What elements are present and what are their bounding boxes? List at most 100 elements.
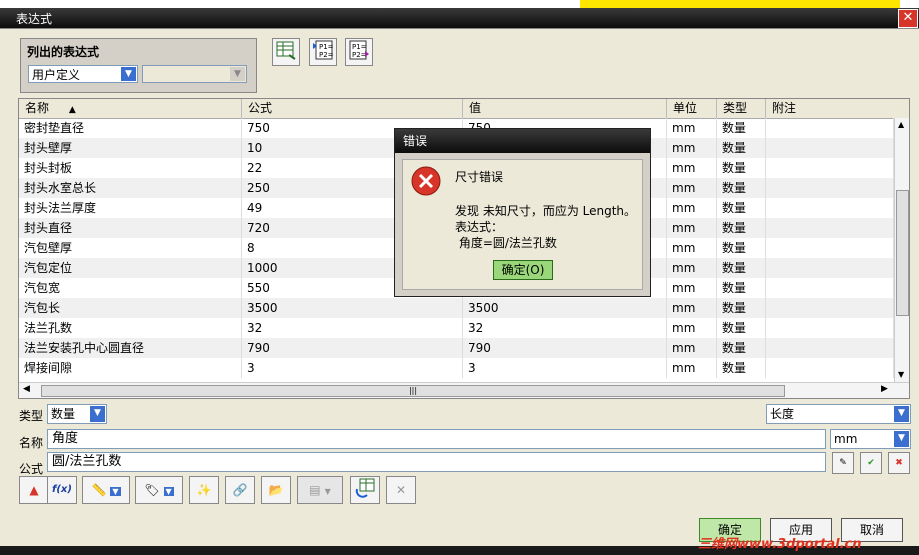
folder-icon: 📂 [268,483,284,497]
tag-icon: 🏷 [144,483,160,497]
column-header-value[interactable]: 值 [463,99,667,118]
cell-unit: mm [667,358,717,378]
cell-type: 数量 [717,358,766,378]
cell-type: 数量 [717,158,766,178]
column-header-name[interactable]: 名称 ▲ [19,99,242,118]
close-icon[interactable]: ✕ [898,9,918,28]
chevron-down-icon: ▼ [230,67,245,81]
refresh-spreadsheet-icon [355,478,375,498]
chevron-down-icon[interactable]: ▼ [894,431,909,447]
scroll-left-icon[interactable]: ◀ [23,384,30,394]
cell-name: 汽包定位 [19,258,242,278]
chevron-down-icon[interactable]: ▼ [90,406,105,422]
cell-name: 封头水室总长 [19,178,242,198]
chevron-down-icon[interactable]: ▼ [163,487,174,496]
filter-dropdown[interactable]: 用户定义 ▼ [28,65,138,83]
cell-name: 汽包宽 [19,278,242,298]
cell-comment [766,178,894,198]
cell-unit: mm [667,198,717,218]
error-icon [411,166,441,196]
column-header-comment[interactable]: 附注 [766,99,909,118]
table-row[interactable]: 焊接间隙 3 3 mm 数量 [19,358,894,378]
export-expressions-button[interactable]: P1= P2= [345,38,373,66]
cell-unit: mm [667,118,717,138]
edit-formula-button[interactable]: ✎ [832,452,854,474]
listed-expressions-label: 列出的表达式 [27,45,100,59]
cell-comment [766,198,894,218]
chevron-down-icon[interactable]: ▼ [121,67,136,81]
formula-input[interactable]: 圆/法兰孔数 [47,452,826,472]
cell-unit: mm [667,138,717,158]
cell-name: 封头壁厚 [19,138,242,158]
vertical-scroll-thumb[interactable] [896,190,909,316]
column-header-formula[interactable]: 公式 [242,99,463,118]
cell-name: 封头法兰厚度 [19,198,242,218]
cell-name: 封头直径 [19,218,242,238]
table-row[interactable]: 法兰孔数 32 32 mm 数量 [19,318,894,338]
chevron-down-icon[interactable]: ▼ [894,406,909,422]
cell-type: 数量 [717,238,766,258]
dimension-dropdown[interactable]: 长度 ▼ [766,404,911,424]
ruler-icon: 📏 [91,483,107,497]
link-button[interactable]: 🔗 [225,476,255,504]
update-spreadsheet-button[interactable] [350,476,380,504]
spreadsheet-edit-button[interactable] [272,38,300,66]
cell-comment [766,358,894,378]
cell-type: 数量 [717,338,766,358]
triangle-up-icon: ▲ [29,483,39,497]
svg-text:P2=: P2= [319,51,334,59]
spreadsheet-icon [276,41,296,60]
cell-value: 3 [463,358,667,378]
column-header-unit[interactable]: 单位 [667,99,717,118]
unit-value: mm [834,432,858,446]
dimension-value: 长度 [770,407,795,421]
error-ok-button[interactable]: 确定(O) [493,260,553,280]
function-button[interactable]: f(x) [47,476,77,504]
collapse-button[interactable]: ▲ [19,476,49,504]
cell-unit: mm [667,218,717,238]
chevron-down-icon: ▼ [324,487,331,496]
table-row[interactable]: 汽包长 3500 3500 mm 数量 [19,298,894,318]
vertical-scrollbar[interactable]: ▲ ▼ [894,118,909,382]
cell-type: 数量 [717,178,766,198]
horizontal-scroll-thumb[interactable]: ||| [41,385,785,397]
cell-name: 焊接间隙 [19,358,242,378]
background-strip [580,0,900,8]
measure-button[interactable]: 📏 ▼ [82,476,130,504]
scroll-down-icon[interactable]: ▼ [898,370,904,379]
open-file-button[interactable]: 📂 [261,476,291,504]
chevron-down-icon[interactable]: ▼ [110,487,121,496]
list-icon: ▤ [309,483,321,497]
scroll-right-icon[interactable]: ▶ [881,384,888,394]
unit-dropdown[interactable]: mm ▼ [830,429,911,449]
name-label: 名称 [19,436,44,450]
scroll-up-icon[interactable]: ▲ [898,120,904,129]
cell-comment [766,338,894,358]
table-row[interactable]: 法兰安装孔中心圆直径 790 790 mm 数量 [19,338,894,358]
cell-formula: 32 [242,318,463,338]
column-header-type[interactable]: 类型 [717,99,766,118]
filter-value: 用户定义 [32,68,81,82]
reference-button[interactable]: 🏷 ▼ [135,476,183,504]
edit-icon: ✎ [839,458,847,468]
svg-text:P1=: P1= [319,43,334,51]
cell-value: 3500 [463,298,667,318]
cell-type: 数量 [717,138,766,158]
cell-unit: mm [667,238,717,258]
wizard-button[interactable]: ✨ [189,476,219,504]
reject-button[interactable]: ✖ [888,452,910,474]
error-dialog-panel: 尺寸错误 发现 未知尺寸，而应为 Length。 表达式： 角度=圆/法兰孔数 … [402,159,643,290]
cell-formula: 3 [242,358,463,378]
accept-button[interactable]: ✔ [860,452,882,474]
name-input[interactable]: 角度 [47,429,826,449]
window-titlebar: 表达式 ✕ [0,0,919,29]
cell-unit: mm [667,298,717,318]
cell-comment [766,118,894,138]
cell-comment [766,298,894,318]
table-header: 名称 ▲ 公式 值 单位 类型 附注 [19,99,909,119]
horizontal-scrollbar[interactable]: ◀ ||| ▶ [19,382,909,398]
type-dropdown[interactable]: 数量 ▼ [47,404,107,424]
import-parameters-icon: P1=P2= [313,40,334,60]
import-expressions-button[interactable]: P1= P2= [309,38,337,66]
cell-comment [766,238,894,258]
